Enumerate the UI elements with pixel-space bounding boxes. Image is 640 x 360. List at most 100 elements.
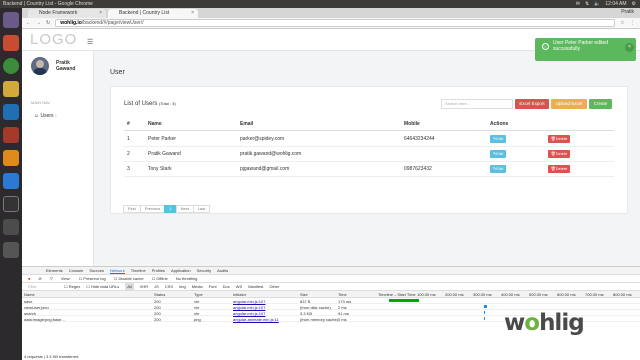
page-next[interactable]: Next xyxy=(175,205,194,213)
page-last[interactable]: Last xyxy=(192,205,211,213)
create-button[interactable]: Create xyxy=(589,99,612,109)
row-number: 1 xyxy=(127,136,130,142)
filter-other[interactable]: Other xyxy=(269,283,279,290)
filter-js[interactable]: JS xyxy=(154,283,159,290)
dash-icon[interactable] xyxy=(3,12,19,28)
delete-button[interactable]: 🗑Delete xyxy=(548,165,570,173)
reload-icon[interactable]: ↻ xyxy=(46,20,50,26)
filter-ws[interactable]: WS xyxy=(236,283,242,290)
col-mobile: Mobile xyxy=(404,121,420,127)
tab-security[interactable]: Security xyxy=(197,267,211,274)
logo[interactable]: LOGO xyxy=(30,31,77,48)
tab-backend[interactable]: Backend | Country List × xyxy=(108,9,198,18)
settings-icon[interactable] xyxy=(3,219,19,235)
filter-all[interactable]: All xyxy=(125,283,134,290)
network-icon[interactable]: ⇅ xyxy=(585,0,589,8)
preserve-log-checkbox[interactable]: ☐ Preserve log xyxy=(79,275,106,282)
filter-doc[interactable]: Doc xyxy=(223,283,230,290)
back-icon[interactable]: ← xyxy=(26,20,31,26)
folder-icon[interactable] xyxy=(3,81,19,97)
close-icon[interactable]: × xyxy=(625,43,634,52)
edit-button[interactable]: ✎Edit xyxy=(490,150,506,158)
close-icon[interactable]: × xyxy=(191,9,194,18)
mail-icon[interactable]: ✉ xyxy=(576,0,580,8)
star-icon[interactable]: ☆ xyxy=(620,20,624,26)
delete-button[interactable]: 🗑Delete xyxy=(548,135,570,143)
clear-icon[interactable]: ⊘ xyxy=(38,275,41,282)
profile-chip[interactable]: Pratik xyxy=(621,9,634,15)
menu-icon[interactable]: ⋮ xyxy=(630,20,635,26)
tab-elements[interactable]: Elements xyxy=(46,267,63,274)
vscode-icon[interactable] xyxy=(3,104,19,120)
delete-button[interactable]: 🗑Delete xyxy=(548,150,570,158)
request-size: (from memory cache) xyxy=(300,317,339,322)
tab-audits[interactable]: Audits xyxy=(217,267,228,274)
url-field[interactable]: wohlig.io/backend/#/page/viewUser// xyxy=(55,19,616,27)
col-time[interactable]: Time xyxy=(338,292,347,297)
page-previous[interactable]: Previous xyxy=(139,205,166,213)
files-icon[interactable] xyxy=(3,35,19,51)
filter-font[interactable]: Font xyxy=(209,283,217,290)
app-icon[interactable] xyxy=(3,127,19,143)
throttling-select[interactable]: No throttling xyxy=(176,275,198,282)
window-title: Backend | Country List - Google Chrome xyxy=(3,1,93,7)
clock[interactable]: 12:04 AM xyxy=(605,0,626,8)
col-type[interactable]: Type xyxy=(194,292,203,297)
edit-button[interactable]: ✎Edit xyxy=(490,135,506,143)
tab-profiles[interactable]: Profiles xyxy=(152,267,165,274)
col-size[interactable]: Size xyxy=(300,292,308,297)
update-icon[interactable] xyxy=(3,173,19,189)
filter-icon[interactable]: ▽ xyxy=(50,275,53,282)
terminal-icon[interactable] xyxy=(3,196,19,212)
tab-timeline[interactable]: Timeline xyxy=(131,267,146,274)
search-input[interactable]: Search here... xyxy=(441,99,513,109)
tick-label: 200.00 ms xyxy=(445,292,464,297)
tab-node-framework[interactable]: Node Framework × xyxy=(28,9,106,18)
volume-icon[interactable]: 🔈 xyxy=(594,0,600,8)
tab-label: Node Framework xyxy=(39,10,78,16)
waterfall-bar xyxy=(389,299,419,302)
tab-console[interactable]: Console xyxy=(69,267,84,274)
request-initiator[interactable]: angular-animate.min.js:11 xyxy=(233,317,279,322)
disable-cache-checkbox[interactable]: ☐ Disable cache xyxy=(114,275,144,282)
regex-checkbox[interactable]: ☐ Regex xyxy=(64,283,80,290)
sidebar: Pratik Gawand MAIN NAV ☺ Users › xyxy=(22,51,94,266)
wohlig-watermark: wohlig xyxy=(504,310,585,336)
sidebar-item-users[interactable]: ☺ Users › xyxy=(34,113,57,119)
delete-label: Delete xyxy=(555,166,568,171)
request-time: 0 ms xyxy=(338,317,347,322)
total-count: (Total : 3) xyxy=(159,101,176,106)
forward-icon[interactable]: → xyxy=(36,20,41,26)
tab-application[interactable]: Application xyxy=(171,267,191,274)
chrome-icon[interactable] xyxy=(3,58,19,74)
col-number: # xyxy=(127,121,130,127)
offline-checkbox[interactable]: ☐ Offline xyxy=(152,275,168,282)
filter-css[interactable]: CSS xyxy=(165,283,173,290)
upload-excel-button[interactable]: Upload Excel xyxy=(551,99,587,109)
tab-network[interactable]: Network xyxy=(110,267,125,274)
gear-icon[interactable]: ⚙ xyxy=(632,0,636,8)
col-status[interactable]: Status xyxy=(154,292,165,297)
network-toolbar: ● ⊘ ▽ View: ☐ Preserve log ☐ Disable cache… xyxy=(22,275,640,283)
filter-img[interactable]: Img xyxy=(179,283,186,290)
col-timeline[interactable]: Timeline – Start Time xyxy=(378,292,416,297)
edit-button[interactable]: ✎Edit xyxy=(490,165,506,173)
col-initiator[interactable]: Initiator xyxy=(233,292,246,297)
filter-manifest[interactable]: Manifest xyxy=(248,283,263,290)
table-header: # Name Email Mobile Actions xyxy=(124,121,614,131)
filter-input[interactable]: Filter xyxy=(28,283,58,290)
col-name[interactable]: Name xyxy=(24,292,35,297)
trash-icon[interactable] xyxy=(3,242,19,258)
hide-data-urls-checkbox[interactable]: ☐ Hide data URLs xyxy=(86,283,119,290)
row-name: Tony Stark xyxy=(148,166,172,172)
record-icon[interactable]: ● xyxy=(28,275,30,282)
tab-sources[interactable]: Sources xyxy=(89,267,104,274)
filter-media[interactable]: Media xyxy=(192,283,203,290)
watermark-o: o xyxy=(524,310,540,336)
filter-xhr[interactable]: XHR xyxy=(140,283,148,290)
vlc-icon[interactable] xyxy=(3,150,19,166)
excel-export-button[interactable]: Excel Export xyxy=(515,99,549,109)
page-first[interactable]: First xyxy=(123,205,141,213)
hamburger-icon[interactable]: ☰ xyxy=(87,38,93,46)
close-icon[interactable]: × xyxy=(99,9,102,18)
